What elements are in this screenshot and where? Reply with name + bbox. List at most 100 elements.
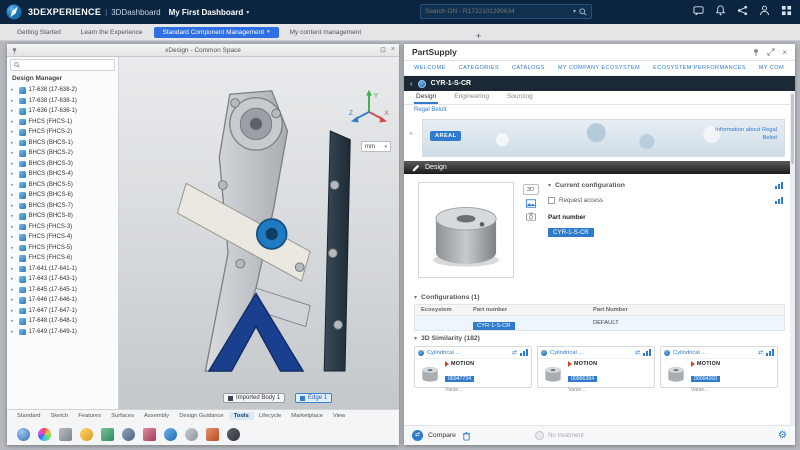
expand-caret-icon[interactable]: ▸	[11, 98, 16, 104]
dashboard-tab[interactable]: Standard Component Management ▾	[154, 27, 279, 38]
tree-item[interactable]: ▸ 17-641 (17-641-1)	[7, 264, 118, 275]
expand-caret-icon[interactable]: ▸	[11, 329, 16, 335]
expand-caret-icon[interactable]: ▸	[11, 276, 16, 282]
expand-caret-icon[interactable]: ▸	[11, 318, 16, 324]
tool-icon[interactable]	[38, 428, 51, 441]
tree-item[interactable]: ▸ BHCS (BHCS-7)	[7, 201, 118, 212]
snapshot-icon[interactable]	[526, 212, 536, 221]
tree-item[interactable]: ▸ 17-646 (17-646-1)	[7, 295, 118, 306]
supplier-banner[interactable]: AREAL Information about Regal Beloit	[422, 119, 785, 157]
ribbon-tab[interactable]: Features	[73, 412, 106, 420]
expand-caret-icon[interactable]: ▸	[11, 297, 16, 303]
expand-caret-icon[interactable]: ▸	[11, 150, 16, 156]
supplier-link[interactable]: Regal Beloit	[404, 105, 795, 117]
share-icon[interactable]	[737, 5, 748, 16]
scrollbar[interactable]	[790, 92, 795, 425]
stats-bars-icon[interactable]	[775, 197, 783, 204]
ribbon-tab[interactable]: Tools	[229, 412, 254, 420]
tree-item[interactable]: ▸ 17-638 (17-638-1)	[7, 96, 118, 107]
maximize-icon[interactable]: ⊡	[380, 46, 386, 54]
table-row[interactable]: CYR-1-S-CR DEFAULT	[415, 316, 784, 330]
close-icon[interactable]: ×	[782, 48, 787, 57]
tree-item[interactable]: ▸ BHCS (BHCS-1)	[7, 138, 118, 149]
similarity-header[interactable]: ▾ 3D Similarity (182)	[404, 331, 795, 345]
chevron-down-icon[interactable]: ▾	[414, 294, 417, 301]
tree-item[interactable]: ▸ FHCS (FHCS-2)	[7, 127, 118, 138]
expand-caret-icon[interactable]: ▸	[11, 129, 16, 135]
tree-item[interactable]: ▸ BHCS (BHCS-4)	[7, 169, 118, 180]
tool-icon[interactable]	[101, 428, 114, 441]
tree-item[interactable]: ▸ 17-649 (17-649-1)	[7, 327, 118, 338]
pin-icon[interactable]	[752, 48, 760, 56]
compare-label[interactable]: Compare	[428, 432, 456, 439]
user-icon[interactable]	[759, 5, 770, 16]
tool-icon[interactable]	[227, 428, 240, 441]
tree-item[interactable]: ▸ 17-643 (17-643-1)	[7, 274, 118, 285]
part-detail-tab[interactable]: Sourcing	[505, 93, 535, 104]
ribbon-tab[interactable]: Standard	[12, 412, 46, 420]
tree-item[interactable]: ▸ 17-645 (17-645-1)	[7, 285, 118, 296]
stats-bars-icon[interactable]	[520, 349, 528, 356]
global-search[interactable]: ▾	[420, 4, 592, 19]
close-icon[interactable]: ×	[391, 46, 395, 54]
expand-caret-icon[interactable]: ▸	[11, 224, 16, 230]
gear-icon[interactable]: ⚙	[778, 430, 787, 441]
tree-item[interactable]: ▸ BHCS (BHCS-2)	[7, 148, 118, 159]
tool-icon[interactable]	[80, 428, 93, 441]
chevron-down-icon[interactable]: ▾	[246, 9, 249, 16]
ribbon-tab[interactable]: Lifecycle	[254, 412, 287, 420]
compare-arrows-icon[interactable]: ⇄	[512, 349, 517, 356]
expand-caret-icon[interactable]: ▸	[11, 213, 16, 219]
expand-caret-icon[interactable]: ▸	[11, 108, 16, 114]
tree-search-input[interactable]	[23, 62, 111, 68]
expand-caret-icon[interactable]: ▸	[11, 171, 16, 177]
ribbon-tab[interactable]: Marketplace	[286, 412, 328, 420]
expand-caret-icon[interactable]: ▸	[11, 182, 16, 188]
part-preview[interactable]	[418, 182, 514, 278]
part-number-value[interactable]: CYR-1-S-CR	[548, 228, 594, 237]
view-3d-button[interactable]: 3D	[523, 184, 539, 195]
units-dropdown[interactable]: mm ▾	[361, 141, 391, 152]
expand-caret-icon[interactable]: ▸	[11, 245, 16, 251]
axis-triad[interactable]: Y Z X	[347, 87, 391, 133]
nav-item[interactable]: MY COM	[759, 65, 784, 71]
dashboard-tab[interactable]: Getting Started ▾	[8, 27, 70, 38]
tree-item[interactable]: ▸ BHCS (BHCS-8)	[7, 211, 118, 222]
ribbon-tab[interactable]: Design Guidance	[174, 412, 228, 420]
similar-part-card[interactable]: Cylindrical ... ⇄	[660, 346, 778, 388]
tree-item[interactable]: ▸ 17-648 (17-648-1)	[7, 316, 118, 327]
compare-arrows-icon[interactable]: ⇄	[758, 349, 763, 356]
chevron-down-icon[interactable]: ▾	[548, 182, 551, 189]
expand-caret-icon[interactable]: ▸	[11, 234, 16, 240]
tool-icon[interactable]	[122, 428, 135, 441]
tool-icon[interactable]	[143, 428, 156, 441]
supplier-part-number[interactable]: 00004260	[691, 376, 720, 382]
selection-chip[interactable]: Imported Body 1	[223, 393, 285, 403]
tool-icon[interactable]	[17, 428, 30, 441]
expand-caret-icon[interactable]: ▸	[11, 266, 16, 272]
compass-icon[interactable]	[6, 4, 22, 20]
expand-caret-icon[interactable]: ▸	[11, 192, 16, 198]
configurations-header[interactable]: ▾ Configurations (1)	[404, 290, 795, 304]
tree-item[interactable]: ▸ FHCS (FHCS-1)	[7, 117, 118, 128]
tree-item[interactable]: ▸ 17-638 (17-638-2)	[7, 85, 118, 96]
expand-caret-icon[interactable]: ▸	[11, 287, 16, 293]
tree-item[interactable]: ▸ 17-636 (17-636-1)	[7, 106, 118, 117]
tree-item[interactable]: ▸ FHCS (FHCS-3)	[7, 222, 118, 233]
tool-icon[interactable]	[59, 428, 72, 441]
nav-item[interactable]: WELCOME	[414, 65, 446, 71]
tree-item[interactable]: ▸ FHCS (FHCS-4)	[7, 232, 118, 243]
search-scope-caret-icon[interactable]: ▾	[573, 8, 576, 15]
search-icon[interactable]	[579, 8, 587, 16]
3d-viewport[interactable]: Y Z X mm ▾	[119, 57, 399, 409]
expand-caret-icon[interactable]: ▸	[11, 203, 16, 209]
stats-bars-icon[interactable]	[775, 182, 783, 189]
tree-item[interactable]: ▸ FHCS (FHCS-5)	[7, 243, 118, 254]
messages-icon[interactable]	[693, 5, 704, 16]
compare-arrows-icon[interactable]: ⇄	[635, 349, 640, 356]
close-icon[interactable]: ×	[409, 131, 413, 138]
supplier-part-number[interactable]: 06947734	[445, 376, 474, 382]
nav-item[interactable]: CATEGORIES	[459, 65, 499, 71]
tool-icon[interactable]	[206, 428, 219, 441]
tree-item[interactable]: ▸ 17-647 (17-647-1)	[7, 306, 118, 317]
